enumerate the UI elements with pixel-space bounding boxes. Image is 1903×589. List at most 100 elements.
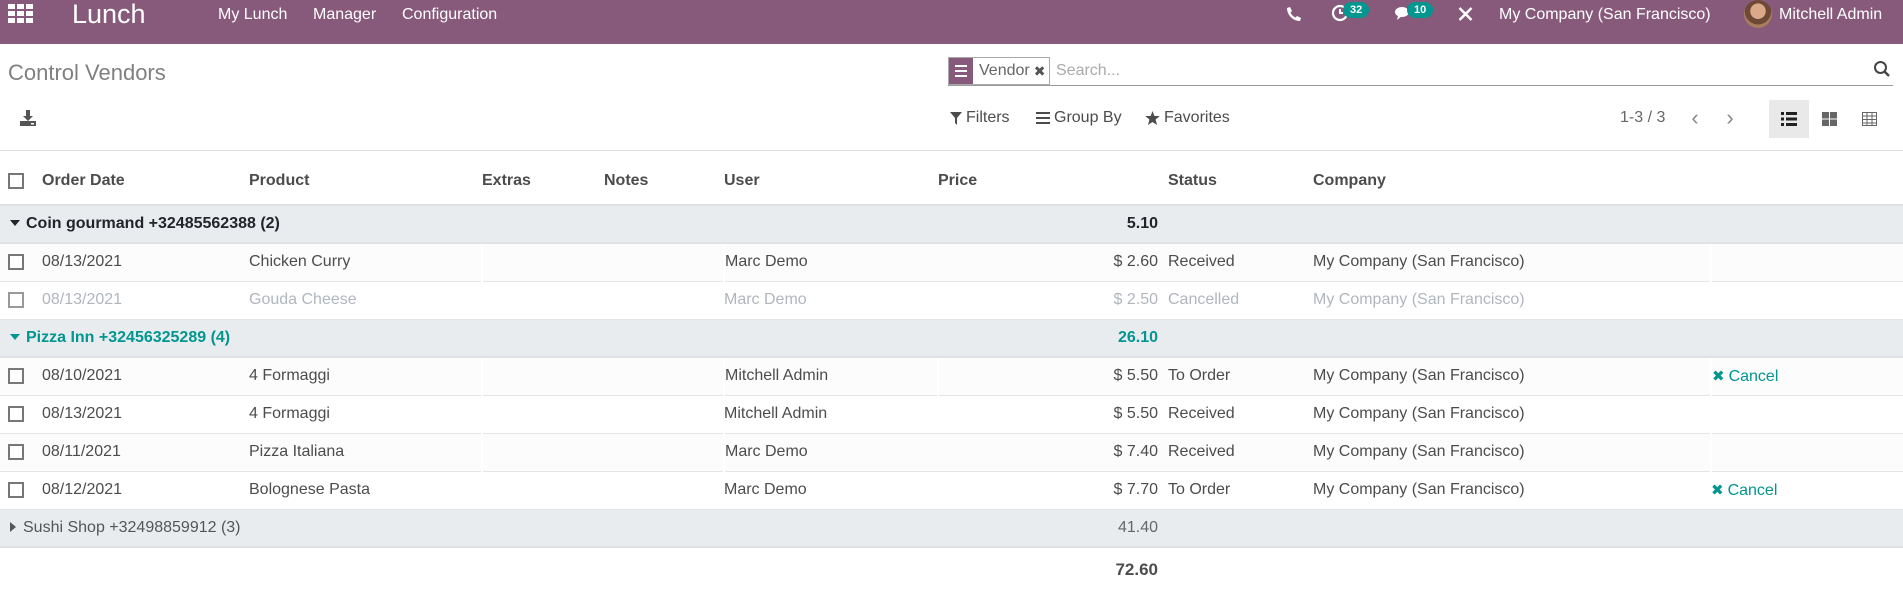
pager-previous-button[interactable]: ‹ — [1683, 106, 1707, 130]
apps-icon[interactable] — [8, 4, 36, 26]
list-icon — [1781, 112, 1797, 126]
cell-company: My Company (San Francisco) — [1313, 471, 1711, 510]
column-header-actions — [1711, 158, 1903, 206]
column-header-price[interactable]: Price — [938, 158, 1168, 206]
cell-action — [1711, 433, 1903, 472]
message-count-badge: 10 — [1407, 2, 1434, 18]
search-bar: Vendor ✖ — [948, 56, 1893, 86]
facet-remove-icon[interactable]: ✖ — [1034, 63, 1050, 80]
search-facet-vendor[interactable]: Vendor ✖ — [948, 57, 1051, 85]
cell-user: Marc Demo — [724, 243, 938, 282]
row-checkbox[interactable] — [8, 405, 24, 422]
cell-status: Received — [1168, 243, 1313, 282]
cell-action — [1711, 281, 1903, 320]
row-checkbox[interactable] — [8, 481, 24, 498]
cell-status: Received — [1168, 395, 1313, 434]
cell-action — [1711, 243, 1903, 282]
close-icon: ✖ — [1711, 481, 1724, 499]
favorites-label: Favorites — [1164, 109, 1230, 126]
cell-notes — [604, 357, 725, 396]
table-row[interactable]: 08/13/2021 4 Formaggi Mitchell Admin $ 5… — [0, 395, 1903, 434]
kanban-view-button[interactable] — [1809, 100, 1849, 138]
menu-manager[interactable]: Manager — [313, 5, 376, 25]
table-row[interactable]: 08/11/2021 Pizza Italiana Marc Demo $ 7.… — [0, 433, 1903, 472]
group-by-button[interactable]: Group By — [1036, 109, 1122, 127]
menu-configuration[interactable]: Configuration — [402, 5, 497, 25]
column-header-user[interactable]: User — [724, 158, 938, 206]
group-row-pizza-inn[interactable]: Pizza Inn +32456325289 (4) 26.10 — [0, 319, 1903, 358]
grand-total: 72.60 — [938, 547, 1168, 589]
cell-price: $ 5.50 — [938, 357, 1168, 396]
pivot-view-button[interactable] — [1849, 100, 1889, 138]
cell-company: My Company (San Francisco) — [1313, 357, 1712, 396]
group-by-label: Group By — [1054, 109, 1122, 126]
search-input[interactable] — [1056, 59, 1756, 83]
cell-price: $ 2.50 — [938, 281, 1168, 320]
column-header-extras[interactable]: Extras — [482, 158, 604, 206]
column-header-status[interactable]: Status — [1168, 158, 1313, 206]
row-checkbox[interactable] — [8, 254, 24, 271]
user-avatar[interactable] — [1744, 0, 1772, 28]
column-header-notes[interactable]: Notes — [604, 158, 724, 206]
group-row-sushi-shop[interactable]: Sushi Shop +32498859912 (3) 41.40 — [0, 509, 1903, 548]
download-icon[interactable] — [18, 109, 38, 127]
group-total: 26.10 — [938, 319, 1168, 358]
group-name: Pizza Inn +32456325289 (4) — [26, 328, 231, 346]
filter-icon — [950, 111, 962, 125]
cell-notes — [604, 433, 725, 472]
cell-company: My Company (San Francisco) — [1313, 243, 1712, 282]
caret-right-icon — [10, 521, 16, 532]
cell-product: Bolognese Pasta — [249, 471, 482, 510]
app-name[interactable]: Lunch — [72, 0, 146, 30]
search-icon[interactable] — [1873, 60, 1891, 78]
column-header-product[interactable]: Product — [249, 158, 482, 206]
cell-user: Marc Demo — [724, 471, 938, 510]
phone-icon[interactable] — [1286, 6, 1302, 22]
filters-label: Filters — [966, 109, 1010, 126]
cancel-order-button[interactable]: ✖ Cancel — [1712, 368, 1778, 385]
cell-order-date: 08/11/2021 — [42, 433, 249, 472]
page-title: Control Vendors — [8, 60, 166, 85]
group-total: 5.10 — [938, 205, 1168, 244]
cell-order-date: 08/13/2021 — [42, 243, 249, 282]
group-total: 41.40 — [938, 509, 1168, 548]
cell-action: ✖ Cancel — [1711, 471, 1903, 510]
column-header-order-date[interactable]: Order Date — [42, 158, 249, 206]
row-checkbox[interactable] — [8, 368, 24, 385]
cell-company: My Company (San Francisco) — [1313, 281, 1711, 320]
column-header-company[interactable]: Company — [1313, 158, 1711, 206]
group-name: Sushi Shop +32498859912 (3) — [23, 518, 241, 536]
cell-order-date: 08/13/2021 — [42, 395, 249, 434]
row-checkbox[interactable] — [8, 443, 24, 460]
group-row-coin-gourmand[interactable]: Coin gourmand +32485562388 (2) 5.10 — [0, 205, 1903, 244]
cell-order-date: 08/12/2021 — [42, 471, 249, 510]
menu-my-lunch[interactable]: My Lunch — [218, 5, 287, 25]
cell-notes — [604, 281, 724, 320]
select-all-checkbox[interactable] — [8, 172, 24, 189]
pager-value[interactable]: 1-3 / 3 — [1620, 109, 1665, 127]
cell-price: $ 7.40 — [938, 433, 1168, 472]
list-view-button[interactable] — [1769, 100, 1809, 138]
pager-next-button[interactable]: › — [1718, 106, 1742, 130]
cancel-order-button[interactable]: ✖ Cancel — [1711, 482, 1777, 499]
table-row[interactable]: 08/10/2021 4 Formaggi Mitchell Admin $ 5… — [0, 357, 1903, 396]
filters-button[interactable]: Filters — [950, 109, 1010, 127]
table-row[interactable]: 08/12/2021 Bolognese Pasta Marc Demo $ 7… — [0, 471, 1903, 510]
tools-icon[interactable] — [1457, 6, 1474, 22]
cell-extras — [482, 357, 604, 396]
table-row[interactable]: 08/13/2021 Chicken Curry Marc Demo $ 2.6… — [0, 243, 1903, 282]
company-switcher[interactable]: My Company (San Francisco) — [1499, 5, 1711, 25]
user-menu[interactable]: Mitchell Admin — [1779, 5, 1882, 25]
cell-extras — [482, 243, 604, 282]
cell-notes — [604, 395, 724, 434]
favorites-button[interactable]: Favorites — [1145, 109, 1230, 127]
table-row[interactable]: 08/13/2021 Gouda Cheese Marc Demo $ 2.50… — [0, 281, 1903, 320]
star-icon — [1145, 111, 1160, 125]
row-checkbox[interactable] — [8, 291, 24, 308]
group-by-facet-icon — [949, 58, 973, 84]
cell-status: Cancelled — [1168, 281, 1313, 320]
orders-list-table: Order Date Product Extras Notes User Pri… — [0, 158, 1903, 589]
caret-down-icon — [10, 219, 20, 226]
bars-icon — [1036, 112, 1050, 124]
cell-user: Marc Demo — [724, 281, 938, 320]
